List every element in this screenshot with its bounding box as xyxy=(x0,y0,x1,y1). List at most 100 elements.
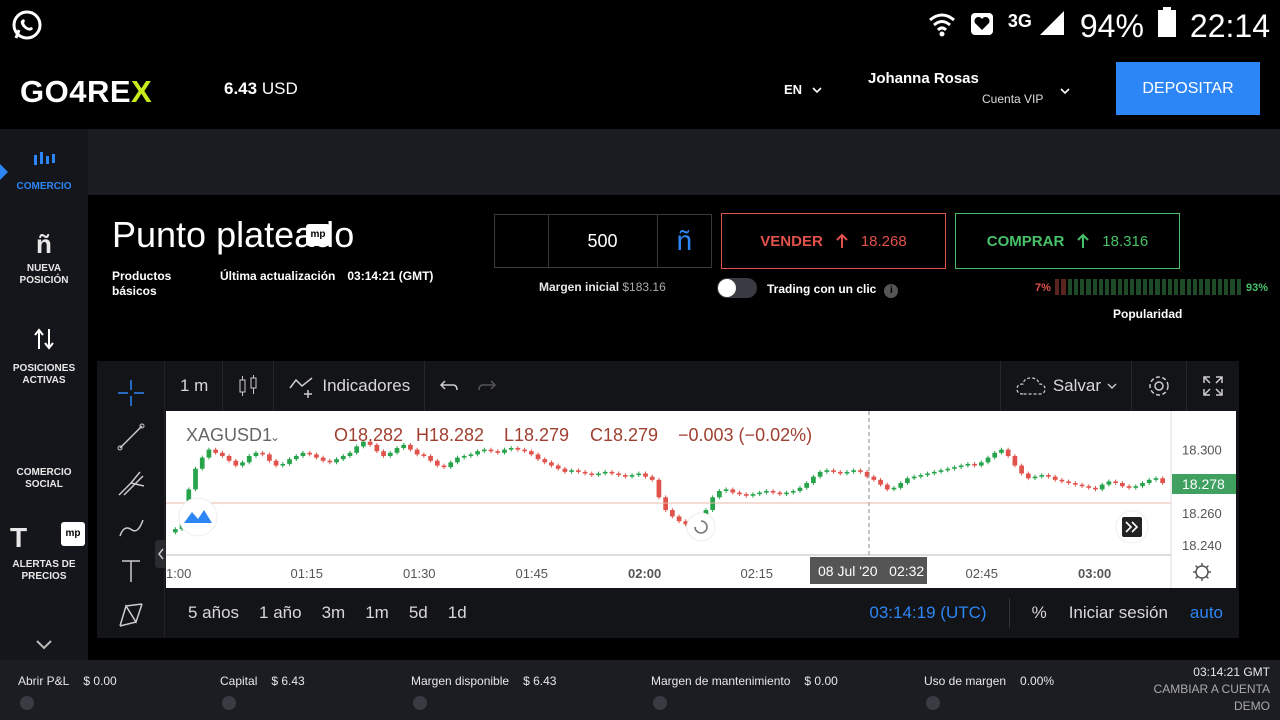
popularity-segment xyxy=(1123,279,1129,295)
candle-body xyxy=(676,516,682,522)
info-icon[interactable] xyxy=(20,696,34,710)
x-tick-label: 03:00 xyxy=(1078,566,1111,581)
popularity-high: 93% xyxy=(1246,282,1269,294)
range-5y[interactable]: 5 años xyxy=(178,603,249,623)
range-1y[interactable]: 1 año xyxy=(249,603,312,623)
chevron-down-icon[interactable] xyxy=(1060,82,1070,100)
quantity-input[interactable]: 500 xyxy=(549,215,658,267)
candle-body xyxy=(925,473,930,476)
battery-icon xyxy=(1157,7,1176,45)
drawing-tools xyxy=(97,361,165,638)
candle-body xyxy=(1072,483,1078,485)
candle-body xyxy=(320,457,326,461)
range-1d[interactable]: 1d xyxy=(438,603,477,623)
candle-body xyxy=(240,462,245,466)
fullscreen-icon[interactable] xyxy=(1187,361,1239,411)
candle-body xyxy=(965,463,971,466)
popularity-segment xyxy=(1174,279,1179,295)
candle-body xyxy=(1052,476,1058,480)
sidebar-item-comercio-social[interactable]: COMERCIO SOCIAL xyxy=(0,467,88,491)
candle-body xyxy=(931,471,937,474)
y-tick-label: 18.240 xyxy=(1182,538,1222,553)
decrement-button[interactable] xyxy=(495,215,549,267)
candle-body xyxy=(905,478,910,484)
trend-line-icon[interactable] xyxy=(111,417,151,457)
candle-body xyxy=(354,446,360,453)
candle-body xyxy=(891,487,897,490)
text-tool-icon[interactable] xyxy=(111,551,151,591)
info-icon[interactable] xyxy=(926,696,940,710)
increment-button[interactable]: ñ xyxy=(658,215,712,267)
candle-body xyxy=(609,471,615,474)
interval-selector[interactable]: 1 m xyxy=(166,361,224,411)
info-icon[interactable] xyxy=(222,696,236,710)
login-link[interactable]: Iniciar sesión xyxy=(1069,603,1168,623)
popularity-segment xyxy=(1105,279,1110,295)
auto-scale-toggle[interactable]: auto xyxy=(1190,603,1223,623)
candle-body xyxy=(421,454,427,456)
info-icon[interactable] xyxy=(653,696,667,710)
candle-body xyxy=(1012,455,1018,466)
tradingview-logo-icon xyxy=(178,497,218,537)
candle-body xyxy=(1099,484,1105,490)
save-button[interactable]: Salvar xyxy=(999,361,1132,411)
candle-body xyxy=(233,460,239,466)
info-icon[interactable]: i xyxy=(884,284,899,298)
sidebar-item-comercio[interactable]: COMERCIO xyxy=(0,149,88,193)
buy-button[interactable]: COMPRAR 18.316 xyxy=(955,213,1180,269)
candle-type-icon[interactable] xyxy=(223,361,275,411)
candle-body xyxy=(340,455,346,460)
sell-button[interactable]: VENDER 18.268 xyxy=(721,213,946,269)
user-name[interactable]: Johanna Rosas xyxy=(868,70,979,87)
pitchfork-icon[interactable] xyxy=(111,463,151,503)
sidebar-item-nueva-posicion[interactable]: ñ NUEVA POSICIÓN xyxy=(0,231,88,287)
crosshair-icon[interactable] xyxy=(111,373,151,413)
price-chart[interactable]: XAGUSD1 ⌄ O18.282 H18.282 L18.279 C18.27… xyxy=(166,411,1236,588)
pattern-icon[interactable] xyxy=(111,595,151,635)
redo-icon[interactable] xyxy=(477,378,497,394)
deposit-button[interactable]: DEPOSITAR xyxy=(1116,62,1260,115)
candle-body xyxy=(616,473,621,476)
chevron-down-icon[interactable] xyxy=(35,637,53,655)
candle-body xyxy=(374,444,380,452)
candle-body xyxy=(730,489,736,493)
switch-demo-line1[interactable]: CAMBIAR A CUENTA xyxy=(1154,681,1270,698)
candle-body xyxy=(663,497,668,511)
candle-body xyxy=(811,476,816,484)
range-1m[interactable]: 1m xyxy=(355,603,399,623)
brand-logo[interactable]: GO4REX xyxy=(20,74,152,110)
account-switch[interactable]: 03:14:21 GMT CAMBIAR A CUENTA DEMO xyxy=(1154,664,1270,715)
range-3m[interactable]: 3m xyxy=(312,603,356,623)
popularity-segment xyxy=(1086,279,1091,295)
undo-icon[interactable] xyxy=(439,378,459,394)
x-tick-label: 01:30 xyxy=(403,566,436,581)
candlestick-chart[interactable]: XAGUSD1 ⌄ O18.282 H18.282 L18.279 C18.27… xyxy=(166,411,1236,588)
indicators-button[interactable]: Indicadores xyxy=(274,361,426,411)
percent-toggle[interactable]: % xyxy=(1032,603,1047,623)
brush-icon[interactable] xyxy=(111,507,151,547)
range-5d[interactable]: 5d xyxy=(399,603,438,623)
candle-body xyxy=(1086,486,1092,488)
utc-clock[interactable]: 03:14:19 (UTC) xyxy=(869,603,986,623)
battery-percent: 94% xyxy=(1079,7,1144,44)
candle-body xyxy=(220,452,225,456)
candle-body xyxy=(804,483,810,488)
candle-body xyxy=(1079,484,1085,487)
popularity-segment xyxy=(1098,279,1104,295)
candle-body xyxy=(1146,479,1152,484)
popularity-segment xyxy=(1236,279,1241,295)
language-selector[interactable]: EN xyxy=(784,82,822,97)
y-tick-label: 18.260 xyxy=(1182,506,1222,521)
candle-body xyxy=(575,470,581,472)
candle-body xyxy=(596,473,601,476)
gmt-time: 03:14:21 GMT xyxy=(1193,665,1270,679)
candle-body xyxy=(858,470,863,472)
info-icon[interactable] xyxy=(413,696,427,710)
settings-icon[interactable] xyxy=(1132,361,1187,411)
popularity-low: 7% xyxy=(1035,282,1051,294)
switch-demo-line2[interactable]: DEMO xyxy=(1154,698,1270,715)
sidebar-item-posiciones-activas[interactable]: POSICIONES ACTIVAS xyxy=(0,327,88,387)
available-margin: Margen disponible $ 6.43 xyxy=(411,674,557,688)
one-click-toggle[interactable] xyxy=(717,278,757,298)
candle-body xyxy=(750,494,756,496)
